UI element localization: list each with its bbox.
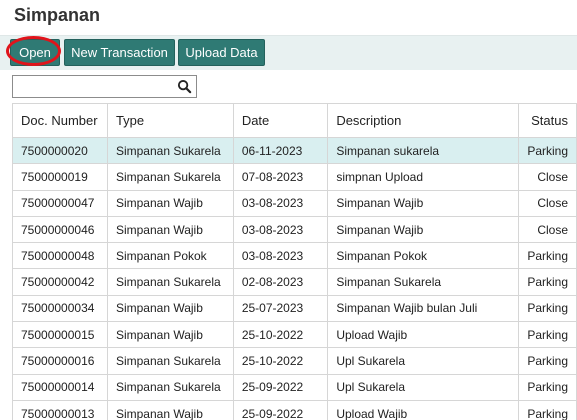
table-row[interactable]: 75000000016 Simpanan Sukarela 25-10-2022 Up…	[12, 347, 577, 375]
cell-description: Simpanan Wajib	[327, 215, 520, 244]
table-row[interactable]: 7500000019 Simpanan Sukarela 07-08-2023 sim…	[12, 163, 577, 191]
cell-type: Simpanan Wajib	[106, 399, 234, 420]
cell-type: Simpanan Pokok	[106, 242, 234, 270]
column-header-type[interactable]: Type	[106, 103, 234, 138]
search-input[interactable]	[15, 77, 179, 97]
cell-status: Parking	[518, 268, 577, 296]
cell-description: Simpanan Wajib bulan Juli	[327, 294, 520, 323]
cell-type: Simpanan Sukarela	[106, 347, 234, 375]
cell-doc-number: 75000000014	[12, 373, 108, 401]
table-row[interactable]: 75000000034 Simpanan Wajib 25-07-2023 Simpa…	[12, 294, 577, 323]
cell-doc-number: 75000000048	[12, 242, 108, 270]
cell-date: 03-08-2023	[232, 215, 329, 244]
search-icon[interactable]	[177, 79, 192, 94]
cell-description: Upload Wajib	[327, 399, 520, 420]
cell-doc-number: 75000000013	[12, 399, 108, 420]
cell-status: Close	[518, 189, 577, 217]
cell-doc-number: 75000000016	[12, 347, 108, 375]
cell-date: 25-10-2022	[232, 321, 329, 349]
cell-type: Simpanan Wajib	[106, 294, 234, 323]
cell-description: Simpanan Wajib	[327, 189, 520, 217]
cell-doc-number: 75000000015	[12, 321, 108, 349]
cell-description: Upl Sukarela	[327, 347, 520, 375]
table-row[interactable]: 75000000047 Simpanan Wajib 03-08-2023 Simpa…	[12, 189, 577, 217]
column-header-description[interactable]: Description	[327, 103, 520, 138]
cell-status: Close	[518, 163, 577, 191]
column-header-doc-number[interactable]: Doc. Number	[12, 103, 108, 138]
table-row[interactable]: 7500000020 Simpanan Sukarela 06-11-2023 Sim…	[12, 136, 577, 165]
cell-type: Simpanan Wajib	[106, 189, 234, 217]
new-transaction-button[interactable]: New Transaction	[64, 39, 175, 66]
simpanan-page: Simpanan Open New Transaction Upload Dat…	[0, 0, 577, 420]
cell-date: 07-08-2023	[232, 163, 329, 191]
cell-date: 25-09-2022	[232, 399, 329, 420]
column-header-status[interactable]: Status	[518, 103, 577, 138]
cell-status: Parking	[518, 373, 577, 401]
table-header-row: Doc. Number Type Date Description Status	[12, 103, 577, 138]
table-row[interactable]: 75000000014 Simpanan Sukarela 25-09-2022 Up…	[12, 373, 577, 401]
table-row[interactable]: 75000000015 Simpanan Wajib 25-10-2022 Uploa…	[12, 321, 577, 349]
cell-status: Close	[518, 215, 577, 244]
upload-data-button[interactable]: Upload Data	[178, 39, 265, 66]
table-row[interactable]: 75000000046 Simpanan Wajib 03-08-2023 Simpa…	[12, 215, 577, 244]
cell-status: Parking	[518, 242, 577, 270]
cell-doc-number: 7500000020	[12, 136, 108, 165]
cell-date: 25-09-2022	[232, 373, 329, 401]
cell-date: 03-08-2023	[232, 242, 329, 270]
table-row[interactable]: 75000000042 Simpanan Sukarela 02-08-2023 Si…	[12, 268, 577, 296]
cell-date: 25-07-2023	[232, 294, 329, 323]
cell-doc-number: 75000000047	[12, 189, 108, 217]
cell-date: 25-10-2022	[232, 347, 329, 375]
simpanan-table: Doc. Number Type Date Description Status…	[12, 103, 577, 420]
cell-doc-number: 7500000019	[12, 163, 108, 191]
cell-description: Upload Wajib	[327, 321, 520, 349]
cell-type: Simpanan Sukarela	[106, 136, 234, 165]
column-header-date[interactable]: Date	[232, 103, 329, 138]
open-button[interactable]: Open	[10, 39, 60, 66]
cell-date: 03-08-2023	[232, 189, 329, 217]
table-row[interactable]: 75000000013 Simpanan Wajib 25-09-2022 Uploa…	[12, 399, 577, 420]
cell-status: Parking	[518, 321, 577, 349]
search-box	[12, 75, 197, 98]
page-title: Simpanan	[14, 5, 101, 25]
cell-status: Parking	[518, 347, 577, 375]
cell-type: Simpanan Wajib	[106, 321, 234, 349]
cell-status: Parking	[518, 136, 577, 165]
cell-date: 06-11-2023	[232, 136, 329, 165]
cell-description: Simpanan Sukarela	[327, 268, 520, 296]
cell-description: simpnan Upload	[327, 163, 520, 191]
cell-description: Simpanan sukarela	[327, 136, 520, 165]
cell-type: Simpanan Sukarela	[106, 373, 234, 401]
table-row[interactable]: 75000000048 Simpanan Pokok 03-08-2023 Simpa…	[12, 242, 577, 270]
cell-date: 02-08-2023	[232, 268, 329, 296]
cell-status: Parking	[518, 294, 577, 323]
cell-status: Parking	[518, 399, 577, 420]
cell-type: Simpanan Sukarela	[106, 163, 234, 191]
cell-type: Simpanan Sukarela	[106, 268, 234, 296]
cell-description: Simpanan Pokok	[327, 242, 520, 270]
cell-type: Simpanan Wajib	[106, 215, 234, 244]
cell-doc-number: 75000000034	[12, 294, 108, 323]
cell-doc-number: 75000000042	[12, 268, 108, 296]
cell-doc-number: 75000000046	[12, 215, 108, 244]
toolbar: Open New Transaction Upload Data	[0, 35, 577, 70]
cell-description: Upl Sukarela	[327, 373, 520, 401]
